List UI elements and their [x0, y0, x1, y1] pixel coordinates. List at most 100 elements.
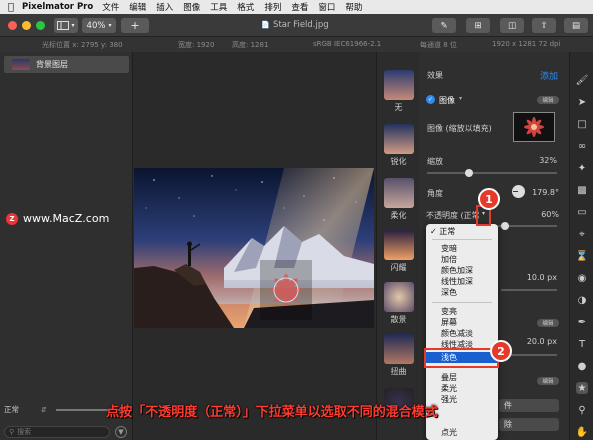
image-well[interactable]: [513, 112, 555, 142]
retouch-icon[interactable]: ◉: [576, 272, 588, 284]
paint-bucket-icon[interactable]: ◑: [576, 294, 588, 306]
menu-image[interactable]: 图像: [183, 1, 200, 13]
menu-item-overlay[interactable]: 叠层: [426, 372, 498, 383]
cursor-position: 光标位置 x: 2795 y: 380: [42, 41, 123, 49]
edit-button[interactable]: 编辑: [537, 96, 559, 104]
add-button[interactable]: +: [121, 18, 149, 33]
layer-row[interactable]: 背景图层: [4, 56, 129, 73]
preset-thumbnail-none[interactable]: [384, 70, 414, 100]
menu-file[interactable]: 文件: [102, 1, 119, 13]
panel-button-2[interactable]: 除: [499, 418, 559, 431]
menu-separator: [432, 302, 492, 303]
watermark-logo: Z: [6, 212, 18, 225]
add-effect-button[interactable]: 添加: [540, 69, 558, 82]
apple-icon[interactable]: : [0, 2, 22, 13]
menu-item-screen[interactable]: 屏幕: [426, 317, 498, 328]
menu-item-darken[interactable]: 变暗: [426, 243, 498, 254]
tools-bar: 🖌 ➤ □ ∞ ✦ ▩ ▭ ⌖ ⌛ ◉ ◑ ✒ T ● ★ ⚲ ✋: [569, 52, 593, 440]
retouch-toolbar-button[interactable]: ✎: [432, 18, 456, 33]
inspector-icon: ▤: [571, 20, 581, 31]
effect-value-1: 10.0 px: [526, 273, 557, 282]
filter-button[interactable]: ▼: [115, 426, 127, 438]
preset-label: 散景: [390, 315, 407, 324]
magic-wand-icon[interactable]: ✦: [576, 162, 588, 174]
zoom-icon[interactable]: ⚲: [576, 404, 588, 416]
panel-button-1[interactable]: 件: [499, 399, 559, 412]
gradient-icon[interactable]: ▩: [576, 184, 588, 196]
sidebar-toggle-button[interactable]: ▾: [54, 18, 78, 33]
preset-label: 柔化: [390, 211, 407, 220]
menu-arrange[interactable]: 排列: [264, 1, 281, 13]
opacity-value: 60%: [541, 210, 559, 219]
annotation-badge-2: 2: [490, 340, 512, 362]
preset-thumbnail-soften[interactable]: [384, 178, 414, 208]
format-toolbar-button[interactable]: ◫: [500, 18, 524, 33]
crop-toolbar-button[interactable]: ⊞: [466, 18, 490, 33]
canvas-area[interactable]: [134, 52, 376, 440]
opacity-slider-knob[interactable]: [501, 222, 509, 230]
menu-item-normal[interactable]: ✓ 正常: [426, 226, 498, 237]
preset-thumbnail-distort[interactable]: [384, 334, 414, 364]
edit-button[interactable]: 编辑: [537, 319, 559, 327]
image-effect-label[interactable]: 图像: [439, 95, 455, 106]
menu-format[interactable]: 格式: [237, 1, 254, 13]
menu-item-darker-color[interactable]: 深色: [426, 287, 498, 298]
paint-brush-icon[interactable]: 🖌: [576, 74, 589, 86]
zoom-select[interactable]: 40% ▾: [82, 18, 116, 33]
menu-item-multiply[interactable]: 加倍: [426, 254, 498, 265]
text-icon[interactable]: T: [576, 338, 588, 350]
layer-blend-mode-select[interactable]: 正常 ⇵: [4, 403, 50, 416]
page-icon: ◫: [507, 20, 517, 31]
search-icon: ⚲: [9, 428, 15, 436]
eraser-icon[interactable]: ▭: [576, 206, 588, 218]
layer-search-input[interactable]: ⚲ 搜索: [4, 426, 110, 438]
preset-label: 无: [394, 103, 403, 112]
menu-separator: [432, 239, 492, 240]
menu-insert[interactable]: 插入: [156, 1, 173, 13]
menu-view[interactable]: 查看: [291, 1, 308, 13]
marquee-icon[interactable]: □: [576, 118, 588, 130]
title-bar: ▾ 40% ▾ + 📄 Star Field.jpg ✎ ⊞ ◫ ⇧ ▤: [0, 14, 593, 37]
lasso-icon[interactable]: ∞: [576, 140, 588, 152]
pen-icon[interactable]: ✒: [576, 316, 588, 328]
menu-item-soft-light[interactable]: 柔光: [426, 383, 498, 394]
fullscreen-window-button[interactable]: [36, 21, 45, 30]
instruction-caption: 点按「不透明度（正常）」下拉菜单以选取不同的混合模式: [106, 405, 438, 420]
opacity-blend-label[interactable]: 不透明度 (正常: [426, 210, 480, 221]
scale-slider-knob[interactable]: [464, 169, 473, 177]
preset-thumbnail-glow[interactable]: [384, 230, 414, 260]
menu-tools[interactable]: 工具: [210, 1, 227, 13]
layer-name: 背景图层: [36, 60, 68, 69]
effect-slider-1[interactable]: [501, 289, 557, 291]
hand-icon[interactable]: ✋: [576, 426, 588, 438]
menu-item-color-burn[interactable]: 颜色加深: [426, 265, 498, 276]
image-height: 高度: 1281: [232, 41, 269, 49]
color-profile: sRGB IEC61966-2.1: [313, 40, 382, 48]
clone-icon[interactable]: ⌖: [576, 228, 588, 240]
color-picker-icon[interactable]: ⌛: [576, 250, 588, 262]
app-menu[interactable]: Pixelmator Pro: [22, 2, 93, 12]
effects-icon[interactable]: ★: [576, 382, 588, 394]
inspector-toolbar-button[interactable]: ▤: [564, 18, 588, 33]
menu-item-linear-burn[interactable]: 线性加深: [426, 276, 498, 287]
menu-item-lighten[interactable]: 变亮: [426, 306, 498, 317]
menu-item-pin-light[interactable]: 点光: [426, 427, 498, 438]
minimize-window-button[interactable]: [22, 21, 31, 30]
brush-icon: ✎: [440, 20, 448, 31]
effect-enabled-checkbox[interactable]: ✓: [426, 95, 435, 104]
edit-button[interactable]: 编辑: [537, 377, 559, 385]
menu-item-color-dodge[interactable]: 颜色减淡: [426, 328, 498, 339]
image-fill-select[interactable]: 图像 (缩放以填充): [427, 123, 492, 134]
menu-window[interactable]: 窗口: [318, 1, 335, 13]
share-button[interactable]: ⇧: [532, 18, 556, 33]
close-window-button[interactable]: [8, 21, 17, 30]
menu-help[interactable]: 帮助: [345, 1, 362, 13]
preset-thumbnail-bokeh[interactable]: [384, 282, 414, 312]
checkmark-icon: ✓: [430, 227, 440, 236]
menu-edit[interactable]: 编辑: [129, 1, 146, 13]
document-image[interactable]: [134, 168, 374, 328]
scale-slider[interactable]: [427, 169, 557, 177]
preset-thumbnail-sharpen[interactable]: [384, 124, 414, 154]
shape-icon[interactable]: ●: [576, 360, 588, 372]
arrow-icon[interactable]: ➤: [576, 96, 588, 108]
